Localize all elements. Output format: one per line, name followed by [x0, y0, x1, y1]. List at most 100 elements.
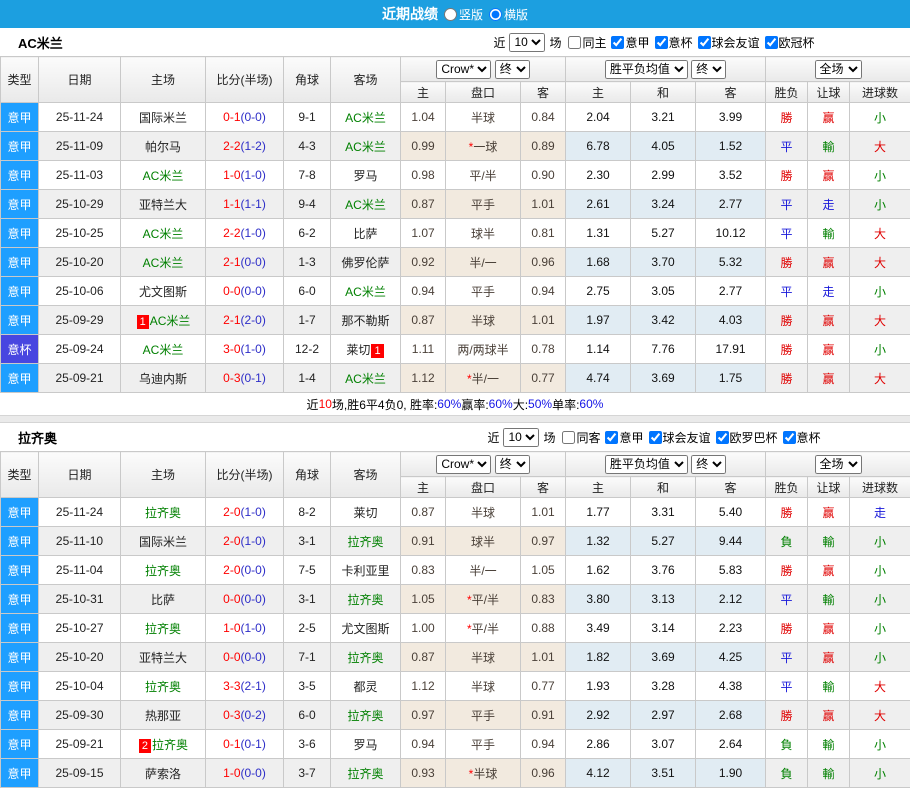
- home-team-cell: 热那亚: [121, 701, 206, 730]
- match-row: 意甲25-10-20AC米兰2-1(0-0)1-3佛罗伦萨0.92半/一0.96…: [1, 248, 910, 277]
- filter-checkbox[interactable]: [783, 431, 796, 444]
- filter-option[interactable]: 欧罗巴杯: [713, 429, 778, 446]
- bookmaker-select[interactable]: Crow*: [436, 455, 491, 474]
- odds-away-cell: 0.89: [521, 132, 566, 161]
- odds-final-select[interactable]: 终: [495, 455, 530, 474]
- competition-type-cell: 意甲: [1, 701, 39, 730]
- filter-option[interactable]: 欧冠杯: [762, 34, 815, 51]
- corner-cell: 8-2: [284, 498, 331, 527]
- filter-option[interactable]: 意甲: [602, 429, 643, 446]
- team-name: 拉齐奥: [18, 428, 57, 447]
- result-goals-cell: 走: [850, 498, 910, 527]
- date-cell: 25-09-24: [39, 335, 121, 364]
- away-team-name: AC米兰: [345, 372, 386, 386]
- avg-win-cell: 2.30: [566, 161, 631, 190]
- col-wdl: 胜负: [766, 82, 808, 103]
- result-handicap-cell: 赢: [808, 643, 850, 672]
- result-wdl-cell: 平: [766, 643, 808, 672]
- competition-type-cell: 意甲: [1, 556, 39, 585]
- filter-option[interactable]: 同主: [565, 34, 606, 51]
- filter-option[interactable]: 意杯: [652, 34, 693, 51]
- corner-cell: 3-1: [284, 585, 331, 614]
- filter-option[interactable]: 球会友谊: [695, 34, 760, 51]
- avg-group-header: 胜平负均值 终: [566, 57, 766, 82]
- avg-draw-cell: 3.76: [631, 556, 696, 585]
- filter-option[interactable]: 球会友谊: [646, 429, 711, 446]
- red-card-badge: 2: [139, 739, 151, 753]
- avg-lose-cell: 5.83: [696, 556, 766, 585]
- layout-option-vertical[interactable]: 竖版: [444, 6, 483, 23]
- avg-type-select[interactable]: 胜平负均值: [605, 60, 688, 79]
- vertical-radio[interactable]: [444, 8, 457, 21]
- vertical-label: 竖版: [459, 6, 483, 23]
- summary-segment: 60%: [579, 397, 603, 411]
- result-wdl-cell: 平: [766, 219, 808, 248]
- filter-checkbox[interactable]: [605, 431, 618, 444]
- competition-type-cell: 意甲: [1, 132, 39, 161]
- scope-select[interactable]: 全场: [815, 60, 862, 79]
- handicap-cell: *半/一: [446, 364, 521, 393]
- avg-group-header: 胜平负均值 终: [566, 452, 766, 477]
- avg-lose-cell: 3.99: [696, 103, 766, 132]
- filter-checkbox[interactable]: [698, 36, 711, 49]
- avg-win-cell: 1.93: [566, 672, 631, 701]
- avg-draw-cell: 4.05: [631, 132, 696, 161]
- result-handicap-cell: 赢: [808, 498, 850, 527]
- match-row: 意甲25-10-27拉齐奥1-0(1-0)2-5尤文图斯1.00*平/半0.88…: [1, 614, 910, 643]
- horizontal-radio[interactable]: [489, 8, 502, 21]
- filter-option[interactable]: 意杯: [780, 429, 821, 446]
- corner-cell: 1-3: [284, 248, 331, 277]
- away-team-name: 比萨: [353, 227, 377, 241]
- away-team-name: 佛罗伦萨: [341, 256, 389, 270]
- halftime-score: (1-0): [241, 168, 266, 182]
- filter-option[interactable]: 同客: [559, 429, 600, 446]
- avg-draw-cell: 2.99: [631, 161, 696, 190]
- result-handicap-cell: 輸: [808, 132, 850, 161]
- filter-option[interactable]: 意甲: [608, 34, 649, 51]
- near-label: 近: [493, 34, 505, 51]
- title-bar: 近期战绩 竖版 横版: [0, 0, 910, 28]
- handicap-cell: 半球: [446, 672, 521, 701]
- result-wdl-cell: 勝: [766, 103, 808, 132]
- bookmaker-select[interactable]: Crow*: [436, 60, 491, 79]
- avg-type-select[interactable]: 胜平负均值: [605, 455, 688, 474]
- odds-final-select[interactable]: 终: [495, 60, 530, 79]
- fulltime-score: 0-0: [223, 592, 240, 606]
- filter-checkbox[interactable]: [649, 431, 662, 444]
- match-count-select[interactable]: 10: [509, 33, 545, 52]
- result-wdl-cell: 平: [766, 672, 808, 701]
- fulltime-score: 2-1: [223, 255, 240, 269]
- filter-checkbox[interactable]: [568, 36, 581, 49]
- halftime-score: (2-1): [241, 679, 266, 693]
- corner-cell: 7-1: [284, 643, 331, 672]
- layout-option-horizontal[interactable]: 横版: [489, 6, 528, 23]
- date-cell: 25-10-06: [39, 277, 121, 306]
- scope-select[interactable]: 全场: [815, 455, 862, 474]
- corner-cell: 6-0: [284, 701, 331, 730]
- halftime-score: (0-2): [241, 708, 266, 722]
- fulltime-score: 2-2: [223, 139, 240, 153]
- filter-checkbox[interactable]: [716, 431, 729, 444]
- result-goals-cell: 大: [850, 672, 910, 701]
- avg-win-cell: 6.78: [566, 132, 631, 161]
- avg-final-select[interactable]: 终: [691, 455, 726, 474]
- halftime-score: (0-1): [241, 737, 266, 751]
- col-score: 比分(半场): [206, 452, 284, 498]
- date-cell: 25-10-27: [39, 614, 121, 643]
- result-wdl-cell: 平: [766, 277, 808, 306]
- filter-checkbox[interactable]: [655, 36, 668, 49]
- fulltime-score: 1-0: [223, 621, 240, 635]
- filter-checkbox[interactable]: [562, 431, 575, 444]
- avg-win-cell: 2.92: [566, 701, 631, 730]
- filter-checkbox[interactable]: [611, 36, 624, 49]
- avg-draw-cell: 3.51: [631, 759, 696, 788]
- odds-home-cell: 1.05: [401, 585, 446, 614]
- avg-draw-cell: 3.21: [631, 103, 696, 132]
- avg-final-select[interactable]: 终: [691, 60, 726, 79]
- fulltime-score: 0-1: [223, 110, 240, 124]
- away-team-cell: 拉齐奥: [331, 759, 401, 788]
- corner-cell: 4-3: [284, 132, 331, 161]
- date-cell: 25-10-04: [39, 672, 121, 701]
- match-count-select[interactable]: 10: [503, 428, 539, 447]
- filter-checkbox[interactable]: [765, 36, 778, 49]
